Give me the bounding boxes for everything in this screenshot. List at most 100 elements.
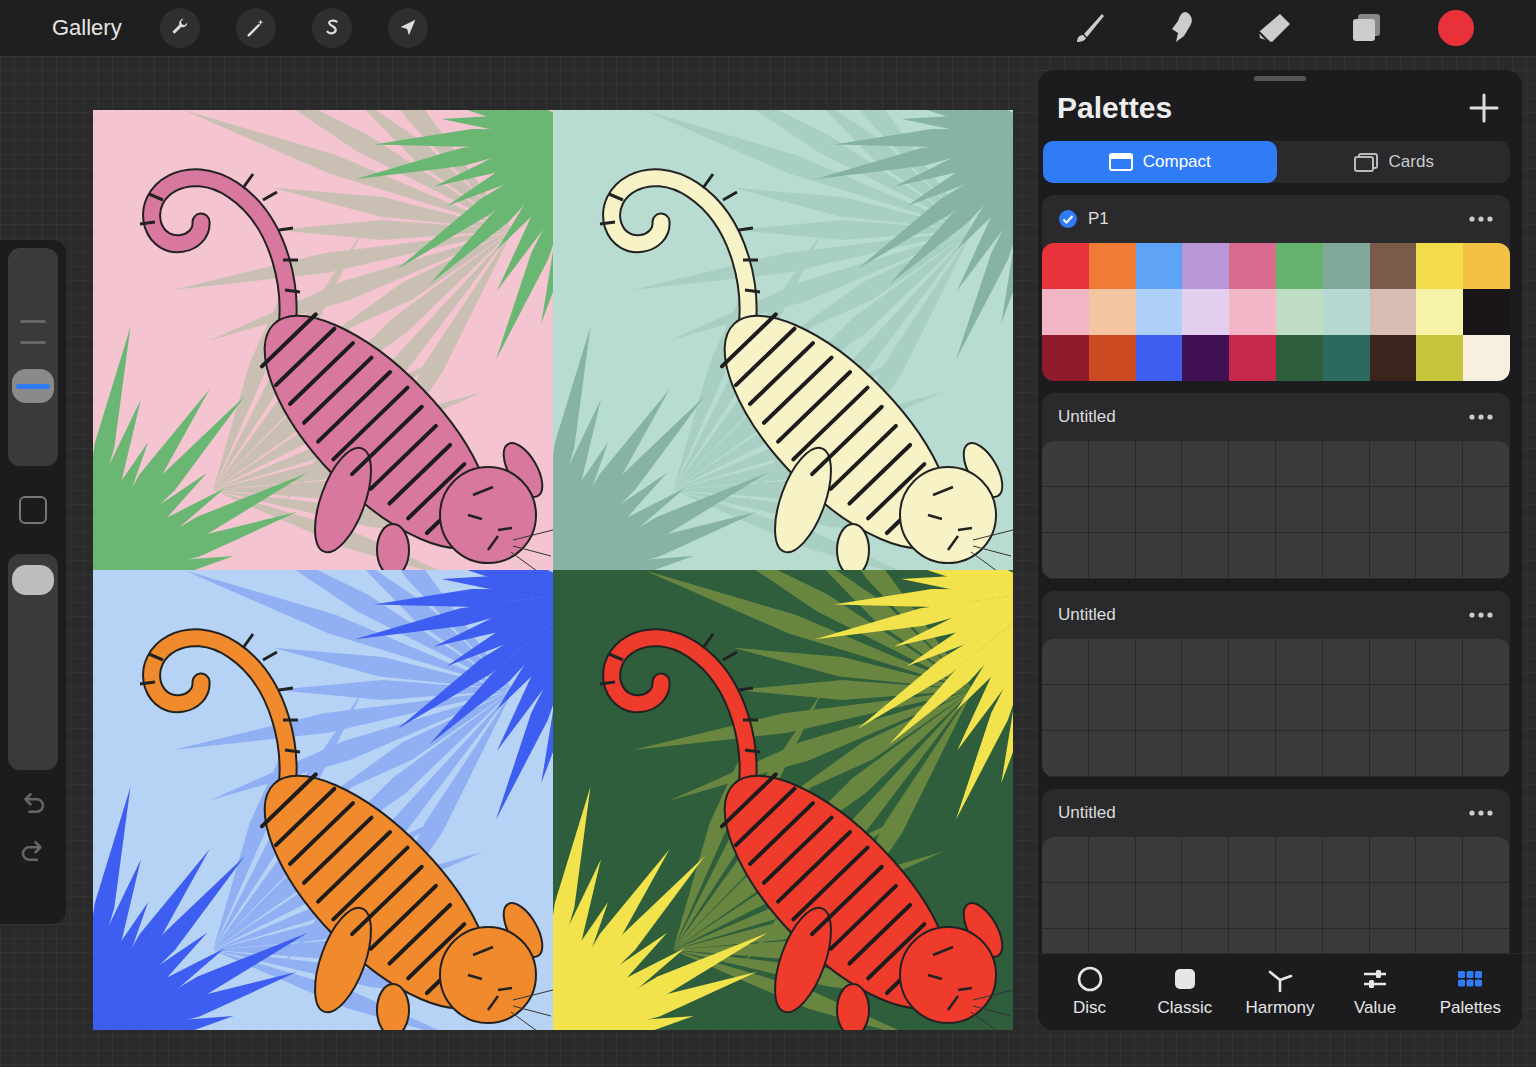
color-mode-tab[interactable]: Palettes [1430,964,1510,1018]
empty-swatch[interactable] [1136,837,1183,883]
empty-swatch[interactable] [1089,639,1136,685]
empty-swatch[interactable] [1229,639,1276,685]
empty-swatch[interactable] [1042,639,1089,685]
empty-swatch[interactable] [1323,685,1370,731]
smudge-icon[interactable] [1162,8,1202,48]
layers-icon[interactable] [1346,8,1386,48]
color-swatch[interactable] [1042,335,1089,381]
palette-card[interactable]: Untitled [1042,789,1510,953]
empty-swatch[interactable] [1276,685,1323,731]
color-swatch[interactable] [1463,289,1510,335]
color-swatch[interactable] [1416,289,1463,335]
empty-swatch[interactable] [1370,731,1417,777]
more-dots-icon[interactable] [1468,413,1494,421]
empty-swatch[interactable] [1042,929,1089,953]
more-dots-icon[interactable] [1468,809,1494,817]
empty-swatch[interactable] [1276,533,1323,579]
empty-swatch[interactable] [1463,441,1510,487]
palette-card[interactable]: Untitled [1042,591,1510,777]
empty-swatch[interactable] [1276,883,1323,929]
more-dots-icon[interactable] [1468,215,1494,223]
empty-swatch[interactable] [1042,441,1089,487]
empty-swatch[interactable] [1370,441,1417,487]
empty-swatch[interactable] [1136,441,1183,487]
color-swatch[interactable] [1463,335,1510,381]
empty-swatch[interactable] [1089,883,1136,929]
empty-swatch[interactable] [1463,731,1510,777]
color-swatch[interactable] [1089,335,1136,381]
empty-swatch[interactable] [1182,441,1229,487]
empty-swatch[interactable] [1323,731,1370,777]
brush-size-slider[interactable] [8,248,58,466]
color-swatch[interactable] [1042,243,1089,289]
color-swatch[interactable] [1370,243,1417,289]
color-swatch[interactable] [1416,243,1463,289]
color-swatch[interactable] [1416,335,1463,381]
color-swatch[interactable] [1182,289,1229,335]
brush-size-knob[interactable] [12,369,54,403]
empty-swatch[interactable] [1370,685,1417,731]
empty-swatch[interactable] [1323,929,1370,953]
empty-swatch[interactable] [1323,487,1370,533]
empty-swatch[interactable] [1089,837,1136,883]
color-swatch[interactable] [1136,289,1183,335]
empty-swatch[interactable] [1276,731,1323,777]
empty-swatch[interactable] [1416,731,1463,777]
actions-button[interactable] [160,8,200,48]
brush-icon[interactable] [1070,8,1110,48]
empty-swatch[interactable] [1229,883,1276,929]
opacity-knob[interactable] [12,565,54,595]
empty-swatch[interactable] [1370,639,1417,685]
modify-button[interactable] [19,496,47,524]
color-swatch[interactable] [1370,289,1417,335]
palette-name[interactable]: Untitled [1058,803,1458,823]
color-swatch[interactable] [1229,243,1276,289]
empty-swatch[interactable] [1370,487,1417,533]
redo-icon[interactable] [18,836,48,866]
empty-swatch[interactable] [1276,837,1323,883]
empty-swatch[interactable] [1463,639,1510,685]
empty-swatch[interactable] [1089,441,1136,487]
empty-swatch[interactable] [1182,883,1229,929]
empty-swatch[interactable] [1370,837,1417,883]
current-color-swatch[interactable] [1438,10,1474,46]
empty-swatch[interactable] [1042,533,1089,579]
empty-swatch[interactable] [1276,639,1323,685]
color-swatch[interactable] [1089,289,1136,335]
empty-swatch[interactable] [1136,487,1183,533]
empty-swatch[interactable] [1229,685,1276,731]
plus-icon[interactable] [1468,92,1500,124]
color-swatch[interactable] [1323,335,1370,381]
empty-swatch[interactable] [1229,487,1276,533]
empty-swatch[interactable] [1370,883,1417,929]
color-swatch[interactable] [1182,335,1229,381]
empty-swatch[interactable] [1182,731,1229,777]
empty-swatch[interactable] [1042,685,1089,731]
empty-swatch[interactable] [1416,533,1463,579]
empty-swatch[interactable] [1463,929,1510,953]
color-mode-tab[interactable]: Value [1335,964,1415,1018]
drag-handle[interactable] [1254,76,1306,81]
color-mode-tab[interactable]: Harmony [1240,964,1320,1018]
empty-swatch[interactable] [1229,929,1276,953]
empty-swatch[interactable] [1229,441,1276,487]
palette-card[interactable]: P1 [1042,195,1510,381]
empty-swatch[interactable] [1182,487,1229,533]
empty-swatch[interactable] [1042,487,1089,533]
undo-icon[interactable] [18,788,48,818]
empty-swatch[interactable] [1136,883,1183,929]
color-swatch[interactable] [1323,243,1370,289]
eraser-icon[interactable] [1254,8,1294,48]
empty-swatch[interactable] [1136,685,1183,731]
empty-swatch[interactable] [1323,441,1370,487]
empty-swatch[interactable] [1089,533,1136,579]
color-swatch[interactable] [1042,289,1089,335]
empty-swatch[interactable] [1089,685,1136,731]
palette-name[interactable]: Untitled [1058,605,1458,625]
empty-swatch[interactable] [1182,837,1229,883]
color-swatch[interactable] [1276,335,1323,381]
opacity-slider[interactable] [8,554,58,770]
color-swatch[interactable] [1463,243,1510,289]
empty-swatch[interactable] [1042,731,1089,777]
color-swatch[interactable] [1136,335,1183,381]
